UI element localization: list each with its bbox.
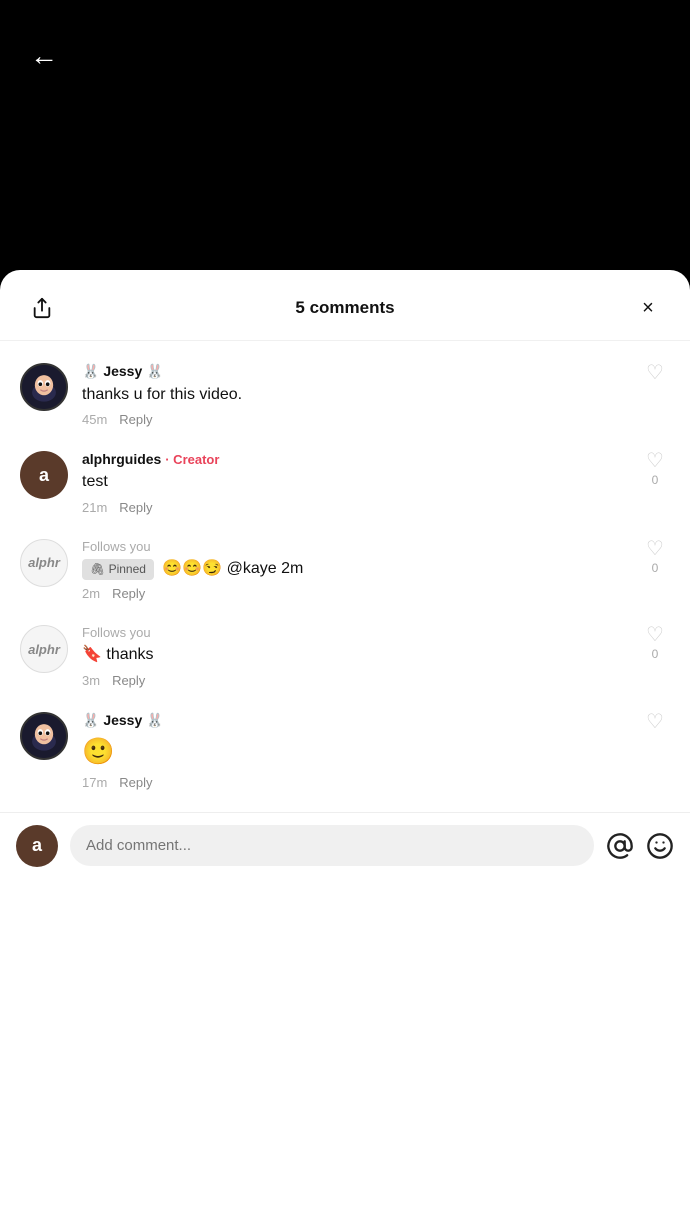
comment-item: 🐰 Jessy 🐰 🙂 17m Reply ♡ (0, 700, 690, 802)
comment-text: 🖇 Pinned 😊😊😏 @kaye 2m (82, 558, 626, 580)
avatar (20, 363, 68, 411)
comment-time: 21m (82, 500, 107, 515)
reply-button[interactable]: Reply (119, 500, 152, 515)
emoji-button[interactable] (646, 832, 674, 860)
comments-title: 5 comments (60, 298, 630, 318)
comment-time: 2m (82, 586, 100, 601)
reply-button[interactable]: Reply (119, 775, 152, 790)
heart-icon: ♡ (646, 625, 664, 645)
share-button[interactable] (24, 290, 60, 326)
reply-button[interactable]: Reply (119, 412, 152, 427)
comment-input-bar: a (0, 812, 690, 879)
comment-meta: 17m Reply (82, 775, 626, 790)
follows-you-label: Follows you (82, 539, 626, 554)
like-count: 0 (652, 647, 659, 661)
reply-button[interactable]: Reply (112, 586, 145, 601)
avatar: a (20, 451, 68, 499)
comment-input[interactable] (70, 825, 594, 866)
creator-badge: · Creator (165, 452, 219, 467)
comment-text: test (82, 471, 626, 493)
comment-meta: 45m Reply (82, 412, 626, 427)
comment-body: 🐰 Jessy 🐰 🙂 17m Reply (82, 712, 626, 790)
comment-text: thanks u for this video. (82, 384, 626, 406)
heart-icon: ♡ (646, 451, 664, 471)
like-button[interactable]: ♡ (640, 363, 670, 383)
avatar-image (22, 365, 66, 409)
comments-list: 🐰 Jessy 🐰 thanks u for this video. 45m R… (0, 341, 690, 812)
like-button[interactable]: ♡ 0 (640, 451, 670, 487)
like-button[interactable]: ♡ 0 (640, 539, 670, 575)
comment-item: alphr Follows you 🔖 thanks 3m Reply ♡ 0 (0, 613, 690, 699)
comment-time: 3m (82, 673, 100, 688)
comment-body: 🐰 Jessy 🐰 thanks u for this video. 45m R… (82, 363, 626, 427)
heart-icon: ♡ (646, 539, 664, 559)
reply-button[interactable]: Reply (112, 673, 145, 688)
comment-body: alphrguides · Creator test 21m Reply (82, 451, 626, 514)
comment-username: 🐰 Jessy 🐰 (82, 363, 626, 380)
comment-item: alphr Follows you 🖇 Pinned 😊😊😏 @kaye 2m … (0, 527, 690, 613)
comment-item: 🐰 Jessy 🐰 thanks u for this video. 45m R… (0, 351, 690, 439)
avatar: alphr (20, 625, 68, 673)
comment-item: a alphrguides · Creator test 21m Reply ♡… (0, 439, 690, 526)
avatar-image (22, 714, 66, 758)
comment-time: 45m (82, 412, 107, 427)
comment-username: alphrguides · Creator (82, 451, 626, 467)
like-count: 0 (652, 561, 659, 575)
back-button[interactable]: ← (30, 40, 58, 72)
comments-sheet: 5 comments × 🐰 Jessy 🐰 thanks (0, 270, 690, 1227)
comment-time: 17m (82, 775, 107, 790)
comment-body: Follows you 🔖 thanks 3m Reply (82, 625, 626, 687)
comment-meta: 2m Reply (82, 586, 626, 601)
avatar: alphr (20, 539, 68, 587)
like-count: 0 (652, 473, 659, 487)
avatar (20, 712, 68, 760)
comment-text: 🔖 thanks (82, 644, 626, 666)
sheet-header: 5 comments × (0, 270, 690, 341)
input-avatar: a (16, 825, 58, 867)
pinned-tag: 🖇 Pinned (82, 559, 154, 580)
comment-body: Follows you 🖇 Pinned 😊😊😏 @kaye 2m 2m Rep… (82, 539, 626, 601)
close-button[interactable]: × (630, 290, 666, 326)
like-button[interactable]: ♡ 0 (640, 625, 670, 661)
comment-meta: 21m Reply (82, 500, 626, 515)
follows-you-label: Follows you (82, 625, 626, 640)
like-button[interactable]: ♡ (640, 712, 670, 732)
heart-icon: ♡ (646, 712, 664, 732)
heart-icon: ♡ (646, 363, 664, 383)
comment-meta: 3m Reply (82, 673, 626, 688)
at-mention-button[interactable] (606, 832, 634, 860)
comment-text: 🙂 (82, 733, 626, 769)
comment-username: 🐰 Jessy 🐰 (82, 712, 626, 729)
video-area: ← (0, 0, 690, 270)
